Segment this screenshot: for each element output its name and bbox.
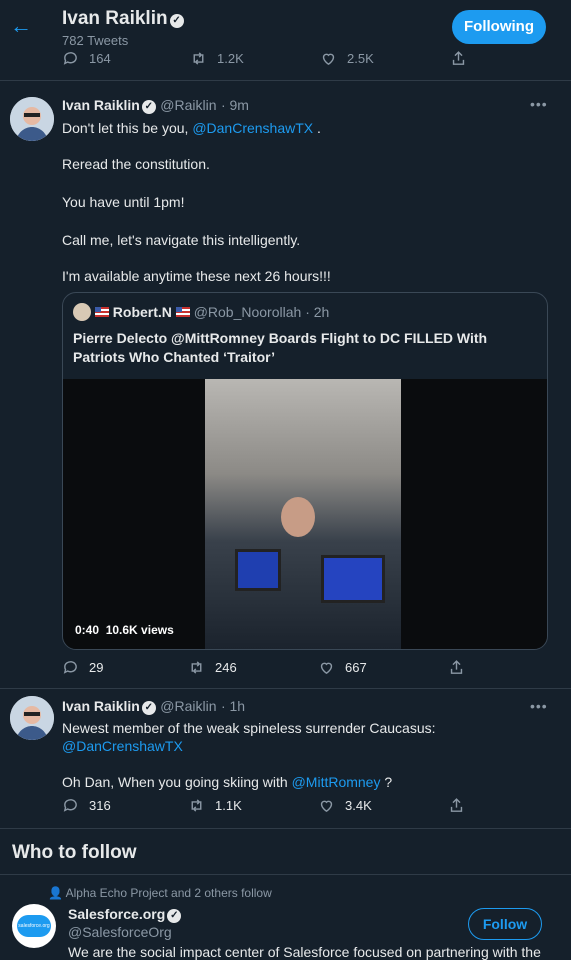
reply-button[interactable]: 29 [62,659,103,676]
divider [0,828,571,829]
tweet-text-line: You have until 1pm! [62,194,185,210]
quoted-tweet-text: Pierre Delecto @MittRomney Boards Flight… [73,330,488,365]
tweet-text-line: I'm available anytime these next 26 hour… [62,268,331,284]
avatar[interactable] [10,97,54,141]
heart-icon [322,53,335,66]
flag-icon [94,307,109,317]
retweet-button[interactable]: 246 [188,659,237,676]
tweet-text-line: Oh Dan, When you going skiing with @Mitt… [62,774,393,790]
social-context: 👤 Alpha Echo Project and 2 others follow [48,886,272,900]
tweet-text-line: Newest member of the weak spineless surr… [62,720,436,736]
verified-badge-icon: ✓ [169,14,184,28]
reply-icon [63,52,77,65]
quoted-avatar [73,303,91,321]
reply-button[interactable]: 164 [62,50,111,67]
like-button[interactable]: 2.5K [320,50,374,67]
mention-link[interactable]: @MittRomney [292,774,381,790]
salesforce-logo[interactable]: salesforce.org [12,904,56,948]
avatar-image [10,696,54,740]
retweet-icon [191,661,202,674]
action-bar: 164 1.2K 2.5K [62,50,482,72]
retweet-button[interactable]: 1.2K [190,50,244,67]
reply-icon [63,799,77,812]
share-button[interactable] [450,50,467,67]
following-button[interactable]: Following [452,10,546,44]
share-icon [452,51,465,65]
divider [0,874,571,875]
tweet-text-line: Call me, let's navigate this intelligent… [62,232,301,248]
quoted-tweet[interactable]: Robert.N @Rob_Noorollah · 2h Pierre Dele… [62,292,548,650]
retweet-icon [193,52,204,65]
like-button[interactable]: 667 [318,659,367,676]
video-player[interactable]: 0:40 10.6K views [63,379,547,649]
reply-button[interactable]: 316 [62,797,111,814]
more-options-icon[interactable]: ••• [530,698,548,714]
suggested-account-name[interactable]: Salesforce.org ✓ [68,906,182,924]
share-icon [450,798,463,812]
seat-screen [321,555,385,603]
who-to-follow-heading: Who to follow [12,842,137,863]
flag-icon [175,307,190,317]
profile-name: Ivan Raiklin ✓ [62,8,184,30]
suggested-account-bio: We are the social impact center of Sales… [68,944,541,960]
verified-badge-icon: ✓ [167,909,182,923]
avatar[interactable] [10,696,54,740]
video-frame [205,379,401,649]
mention-link[interactable]: @DanCrenshawTX [192,120,313,136]
action-bar: 29 246 667 [62,659,482,681]
passenger-head [281,497,315,537]
tweet-header: Ivan Raiklin ✓ @Raiklin · 1h [62,698,246,715]
follow-button[interactable]: Follow [468,908,542,940]
back-arrow-icon[interactable]: ← [10,14,34,38]
avatar-image [10,97,54,141]
share-button[interactable] [448,797,465,814]
heart-icon [320,800,333,813]
quoted-tweet-header: Robert.N @Rob_Noorollah · 2h [73,303,329,321]
share-icon [450,660,463,674]
retweet-icon [191,799,202,812]
verified-badge-icon: ✓ [141,100,156,114]
suggested-account-handle[interactable]: @SalesforceOrg [68,924,172,940]
tweet-count: 782 Tweets [62,33,129,48]
reply-icon [63,661,77,674]
divider [0,80,571,81]
like-button[interactable]: 3.4K [318,797,372,814]
mention-link[interactable]: @DanCrenshawTX [62,737,552,755]
tweet-header: Ivan Raiklin ✓ @Raiklin · 9m [62,97,249,114]
verified-badge-icon: ✓ [141,701,156,715]
seat-screen [235,549,281,591]
heart-icon [320,662,333,675]
more-options-icon[interactable]: ••• [530,96,548,112]
share-button[interactable] [448,659,465,676]
divider [0,688,571,689]
tweet-text-line: Reread the constitution. [62,156,210,172]
profile-header: ← Ivan Raiklin ✓ 782 Tweets Following [0,0,571,52]
video-stats: 0:40 10.6K views [75,623,174,637]
person-icon: 👤 [48,886,63,900]
tweet-text-line: Don't let this be you, @DanCrenshawTX . [62,120,321,136]
retweet-button[interactable]: 1.1K [188,797,242,814]
action-bar: 316 1.1K 3.4K [62,797,482,819]
